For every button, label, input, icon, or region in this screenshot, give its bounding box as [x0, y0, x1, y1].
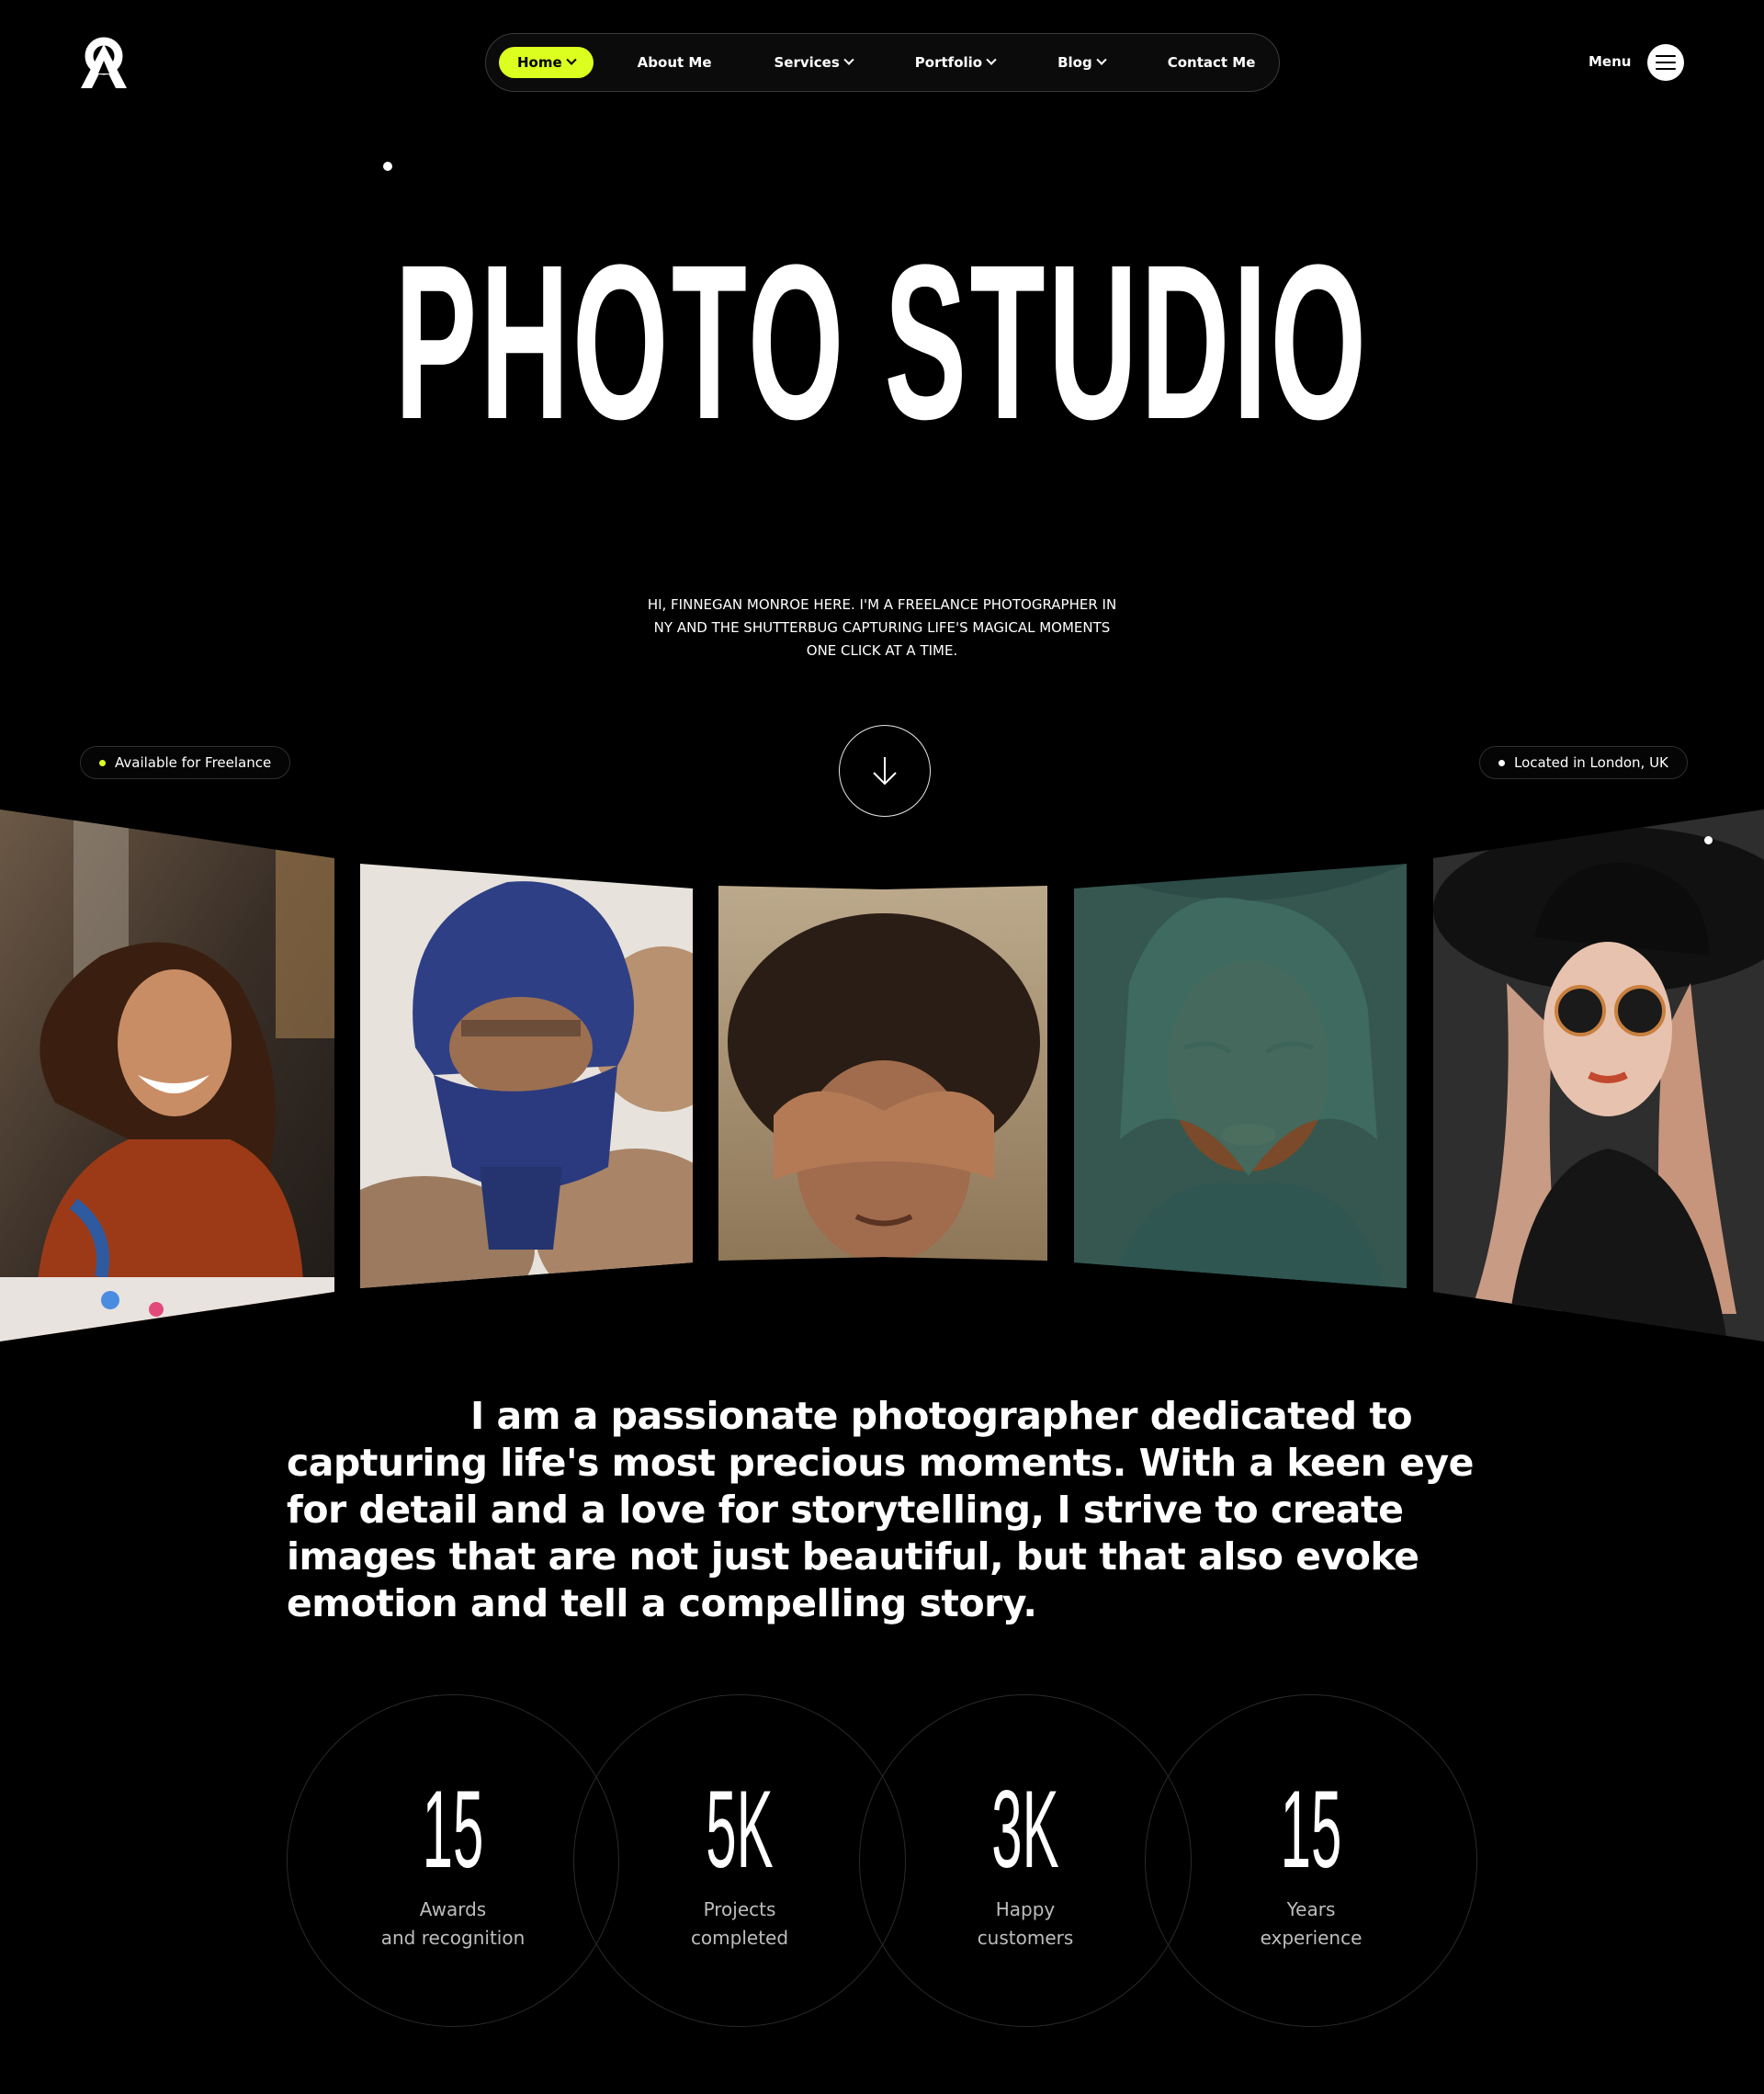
stat-label: Years experience	[1260, 1898, 1363, 1949]
location-label: Located in London, UK	[1514, 754, 1668, 771]
menu-label[interactable]: Menu	[1589, 53, 1631, 70]
hamburger-icon[interactable]	[1647, 44, 1684, 81]
nav-item-label: Services	[774, 54, 840, 71]
logo-icon[interactable]	[79, 37, 129, 88]
chevron-down-icon	[566, 54, 577, 65]
stat-label: Happy customers	[977, 1898, 1074, 1949]
chevron-down-icon	[1096, 54, 1107, 65]
location-badge: Located in London, UK	[1479, 746, 1688, 779]
nav-item-home[interactable]: Home	[499, 47, 594, 78]
chevron-down-icon	[843, 54, 854, 65]
chevron-down-icon	[986, 54, 997, 65]
about-text: I am a passionate photographer dedicated…	[287, 1394, 1474, 1625]
nav-item-contact-me[interactable]: Contact Me	[1149, 47, 1274, 78]
gallery-photo[interactable]	[1433, 809, 1764, 1341]
gallery-photo[interactable]	[718, 886, 1047, 1261]
decorative-dot	[1704, 836, 1713, 844]
gallery-photo[interactable]	[0, 809, 334, 1341]
page: Home About Me Services Portfolio Blog Co…	[0, 0, 1764, 2094]
gallery-photo[interactable]	[1074, 864, 1407, 1288]
nav-item-label: Home	[517, 54, 562, 71]
stat-value: 15	[422, 1768, 484, 1891]
nav-item-about-me[interactable]: About Me	[619, 47, 730, 78]
stat-circle: 15 Years experience	[1145, 1694, 1477, 2027]
nav-item-blog[interactable]: Blog	[1039, 47, 1124, 78]
nav-item-label: About Me	[637, 54, 712, 71]
nav-item-label: Portfolio	[914, 54, 983, 71]
stat-circle: 5K Projects completed	[573, 1694, 906, 2027]
hero-title: PHOTO STUDIO	[394, 219, 1370, 465]
photo-gallery	[0, 799, 1764, 1351]
nav-item-label: Contact Me	[1167, 54, 1256, 71]
nav-item-label: Blog	[1057, 54, 1092, 71]
availability-label: Available for Freelance	[115, 754, 272, 771]
status-dot-icon	[99, 759, 106, 766]
gallery-photo[interactable]	[360, 864, 693, 1288]
nav-item-services[interactable]: Services	[756, 47, 871, 78]
availability-badge: Available for Freelance	[80, 746, 291, 779]
arrow-down-icon	[873, 757, 897, 786]
stat-value: 15	[1280, 1768, 1342, 1891]
stat-circle: 3K Happy customers	[859, 1694, 1192, 2027]
stat-value: 5K	[706, 1768, 774, 1891]
stat-label: Projects completed	[690, 1898, 789, 1949]
location-dot-icon	[1498, 759, 1505, 766]
nav-item-portfolio[interactable]: Portfolio	[897, 47, 1013, 78]
stat-value: 3K	[991, 1768, 1059, 1891]
decorative-dot	[383, 162, 392, 171]
stat-circle: 15 Awards and recognition	[287, 1694, 619, 2027]
hero-subtitle: HI, FINNEGAN MONROE HERE. I'M A FREELANC…	[647, 596, 1117, 659]
main-nav: Home About Me Services Portfolio Blog Co…	[485, 33, 1280, 92]
stat-label: Awards and recognition	[380, 1898, 526, 1949]
